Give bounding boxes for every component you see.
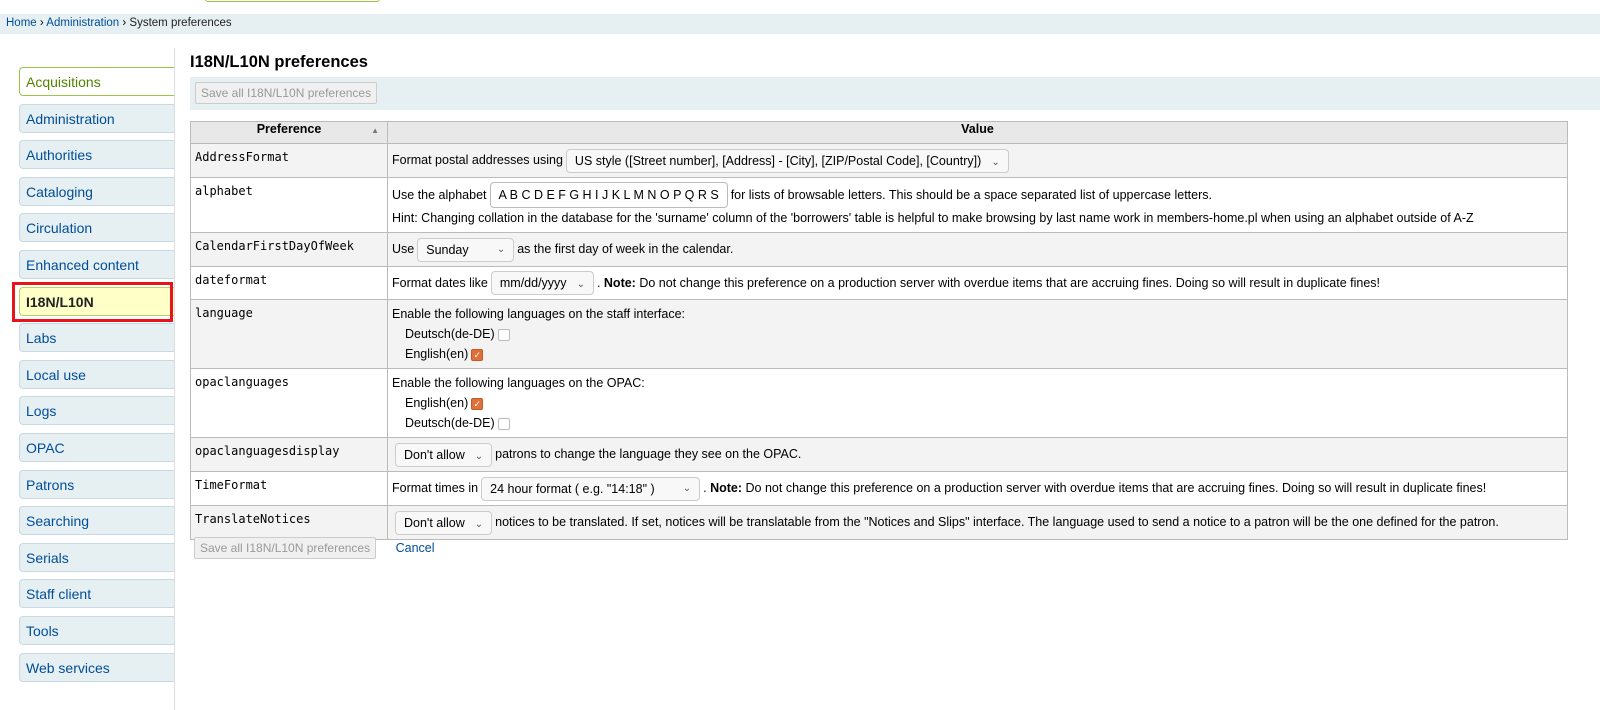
pref-text: Format postal addresses using xyxy=(392,153,563,167)
sidebar-item-enhanced-content[interactable]: Enhanced content xyxy=(19,249,174,279)
save-all-button-bottom[interactable]: Save all I18N/L10N preferences xyxy=(194,537,377,559)
toolbar: Save all I18N/L10N preferences xyxy=(190,77,1600,110)
select-value: US style ([Street number], [Address] - [… xyxy=(574,153,982,168)
chevron-down-icon: ⌄ xyxy=(682,482,692,494)
pref-text: Format dates like xyxy=(392,275,488,290)
pref-name: alphabet xyxy=(190,177,388,233)
language-label: Deutsch(de-DE) xyxy=(405,416,495,431)
divider xyxy=(174,48,175,710)
alphabet-input[interactable]: A B C D E F G H I J K L M N O P Q R S xyxy=(489,182,728,208)
pref-text: Use xyxy=(392,242,415,256)
breadcrumb-home[interactable]: Home xyxy=(6,17,37,29)
pref-name: opaclanguagesdisplay xyxy=(190,437,388,473)
pref-hint: Hint: Changing collation in the database… xyxy=(392,211,1474,225)
chevron-down-icon: ⌄ xyxy=(474,451,484,463)
select-value: mm/dd/yyyy xyxy=(499,276,567,291)
pref-text: for lists of browsable letters. This sho… xyxy=(730,188,1212,202)
sidebar-item-cataloging[interactable]: Cataloging xyxy=(19,176,174,206)
header-label: Preference xyxy=(256,122,322,136)
sidebar-item-searching[interactable]: Searching xyxy=(19,506,174,536)
column-header-value: Value xyxy=(387,121,1568,144)
table-row: alphabet Use the alphabet A B C D E F G H… xyxy=(190,177,1568,233)
column-header-preference[interactable]: Preference ▲ xyxy=(190,121,388,144)
opaclanguagesdisplay-select[interactable]: Don't allow ⌄ xyxy=(395,443,493,468)
pref-name: TimeFormat xyxy=(190,471,388,506)
sidebar-item-staff-client[interactable]: Staff client xyxy=(19,579,174,609)
pref-text: patrons to change the language they see … xyxy=(495,447,802,462)
sort-ascending-icon: ▲ xyxy=(371,126,379,135)
sidebar-item-web-services[interactable]: Web services xyxy=(19,652,174,682)
sidebar-item-opac[interactable]: OPAC xyxy=(19,432,174,462)
language-label: Deutsch(de-DE) xyxy=(405,327,495,342)
checkbox-de-de[interactable] xyxy=(497,329,510,342)
sidebar-item-tools[interactable]: Tools xyxy=(19,615,174,645)
select-value: Don't allow xyxy=(404,515,465,530)
pref-note: Do not change this preference on a produ… xyxy=(639,275,1381,290)
checkbox-opac-en[interactable]: ✓ xyxy=(471,398,484,411)
table-row: TranslateNotices Don't allow ⌄ notices to … xyxy=(190,504,1568,540)
pref-text: Format times in xyxy=(392,481,479,496)
pref-text: as the first day of week in the calendar… xyxy=(517,242,734,256)
pref-name: CalendarFirstDayOfWeek xyxy=(190,232,388,267)
pref-name: opaclanguages xyxy=(190,368,388,439)
sidebar: Acquisitions Administration Authorities … xyxy=(19,67,174,689)
select-value: Don't allow xyxy=(404,448,465,463)
sidebar-item-circulation[interactable]: Circulation xyxy=(19,213,174,243)
table-row: dateformat Format dates like mm/dd/yyyy ⌄.… xyxy=(190,265,1568,301)
sidebar-item-administration[interactable]: Administration xyxy=(19,103,174,133)
pref-name: language xyxy=(190,299,388,370)
pref-text: Enable the following languages on the OP… xyxy=(392,376,645,391)
pref-name: dateformat xyxy=(190,265,388,301)
checkbox-en[interactable]: ✓ xyxy=(471,349,484,362)
breadcrumb-administration[interactable]: Administration xyxy=(46,17,119,29)
breadcrumb: Home › Administration › System preferenc… xyxy=(0,14,1600,34)
select-value: 24 hour format ( e.g. "14:18" ) xyxy=(490,481,655,496)
select-value: Sunday xyxy=(426,242,469,257)
language-label: English(en) xyxy=(405,396,469,411)
table-row: TimeFormat Format times in 24 hour format… xyxy=(190,471,1568,506)
cancel-link[interactable]: Cancel xyxy=(396,541,435,555)
breadcrumb-separator: › xyxy=(122,17,127,29)
pref-name: AddressFormat xyxy=(190,143,388,178)
translatenotices-select[interactable]: Don't allow ⌄ xyxy=(395,510,493,535)
save-all-button[interactable]: Save all I18N/L10N preferences xyxy=(195,82,378,104)
table-row: opaclanguages Enable the following langu… xyxy=(190,368,1568,439)
page-title: I18N/L10N preferences xyxy=(190,53,368,71)
chevron-down-icon: ⌄ xyxy=(576,279,585,291)
note-label: Note: xyxy=(603,275,636,290)
sidebar-item-serials[interactable]: Serials xyxy=(19,542,174,572)
table-row: AddressFormat Format postal addresses us… xyxy=(190,143,1568,178)
pref-note: Do not change this preference on a produ… xyxy=(745,481,1487,496)
sidebar-item-logs[interactable]: Logs xyxy=(19,396,174,426)
table-row: CalendarFirstDayOfWeek Use Sunday ⌄ as the … xyxy=(190,232,1568,267)
chevron-down-icon: ⌄ xyxy=(474,518,484,530)
note-label: Note: xyxy=(710,481,743,496)
pref-text: Enable the following languages on the st… xyxy=(392,307,686,322)
sidebar-item-authorities[interactable]: Authorities xyxy=(19,140,174,170)
pref-name: TranslateNotices xyxy=(190,504,388,540)
sidebar-item-local-use[interactable]: Local use xyxy=(19,359,174,389)
breadcrumb-current: System preferences xyxy=(129,17,232,29)
first-day-select[interactable]: Sunday ⌄ xyxy=(417,237,515,262)
sidebar-item-labs[interactable]: Labs xyxy=(19,323,174,353)
pref-text: notices to be translated. If set, notice… xyxy=(495,514,1499,529)
highlight-box xyxy=(12,282,173,322)
search-box[interactable] xyxy=(205,0,380,2)
sidebar-item-patrons[interactable]: Patrons xyxy=(19,469,174,499)
timeformat-select[interactable]: 24 hour format ( e.g. "14:18" ) ⌄ xyxy=(481,476,701,501)
address-format-select[interactable]: US style ([Street number], [Address] - [… xyxy=(565,148,1009,173)
language-label: English(en) xyxy=(405,347,469,362)
checkbox-opac-de-de[interactable] xyxy=(497,418,510,431)
dateformat-select[interactable]: mm/dd/yyyy ⌄ xyxy=(490,271,594,296)
chevron-down-icon: ⌄ xyxy=(991,156,1000,168)
breadcrumb-separator: › xyxy=(39,17,44,29)
sidebar-item-acquisitions[interactable]: Acquisitions xyxy=(19,67,174,96)
chevron-down-icon: ⌄ xyxy=(496,243,506,255)
form-actions: Save all I18N/L10N preferences Cancel xyxy=(194,537,435,559)
table-row: opaclanguagesdisplay Don't allow ⌄ patrons… xyxy=(190,437,1568,473)
table-row: language Enable the following languages … xyxy=(190,299,1568,370)
pref-text: Use the alphabet xyxy=(392,188,487,202)
preferences-table: Preference ▲ Value AddressFormat Format p… xyxy=(190,121,1568,540)
